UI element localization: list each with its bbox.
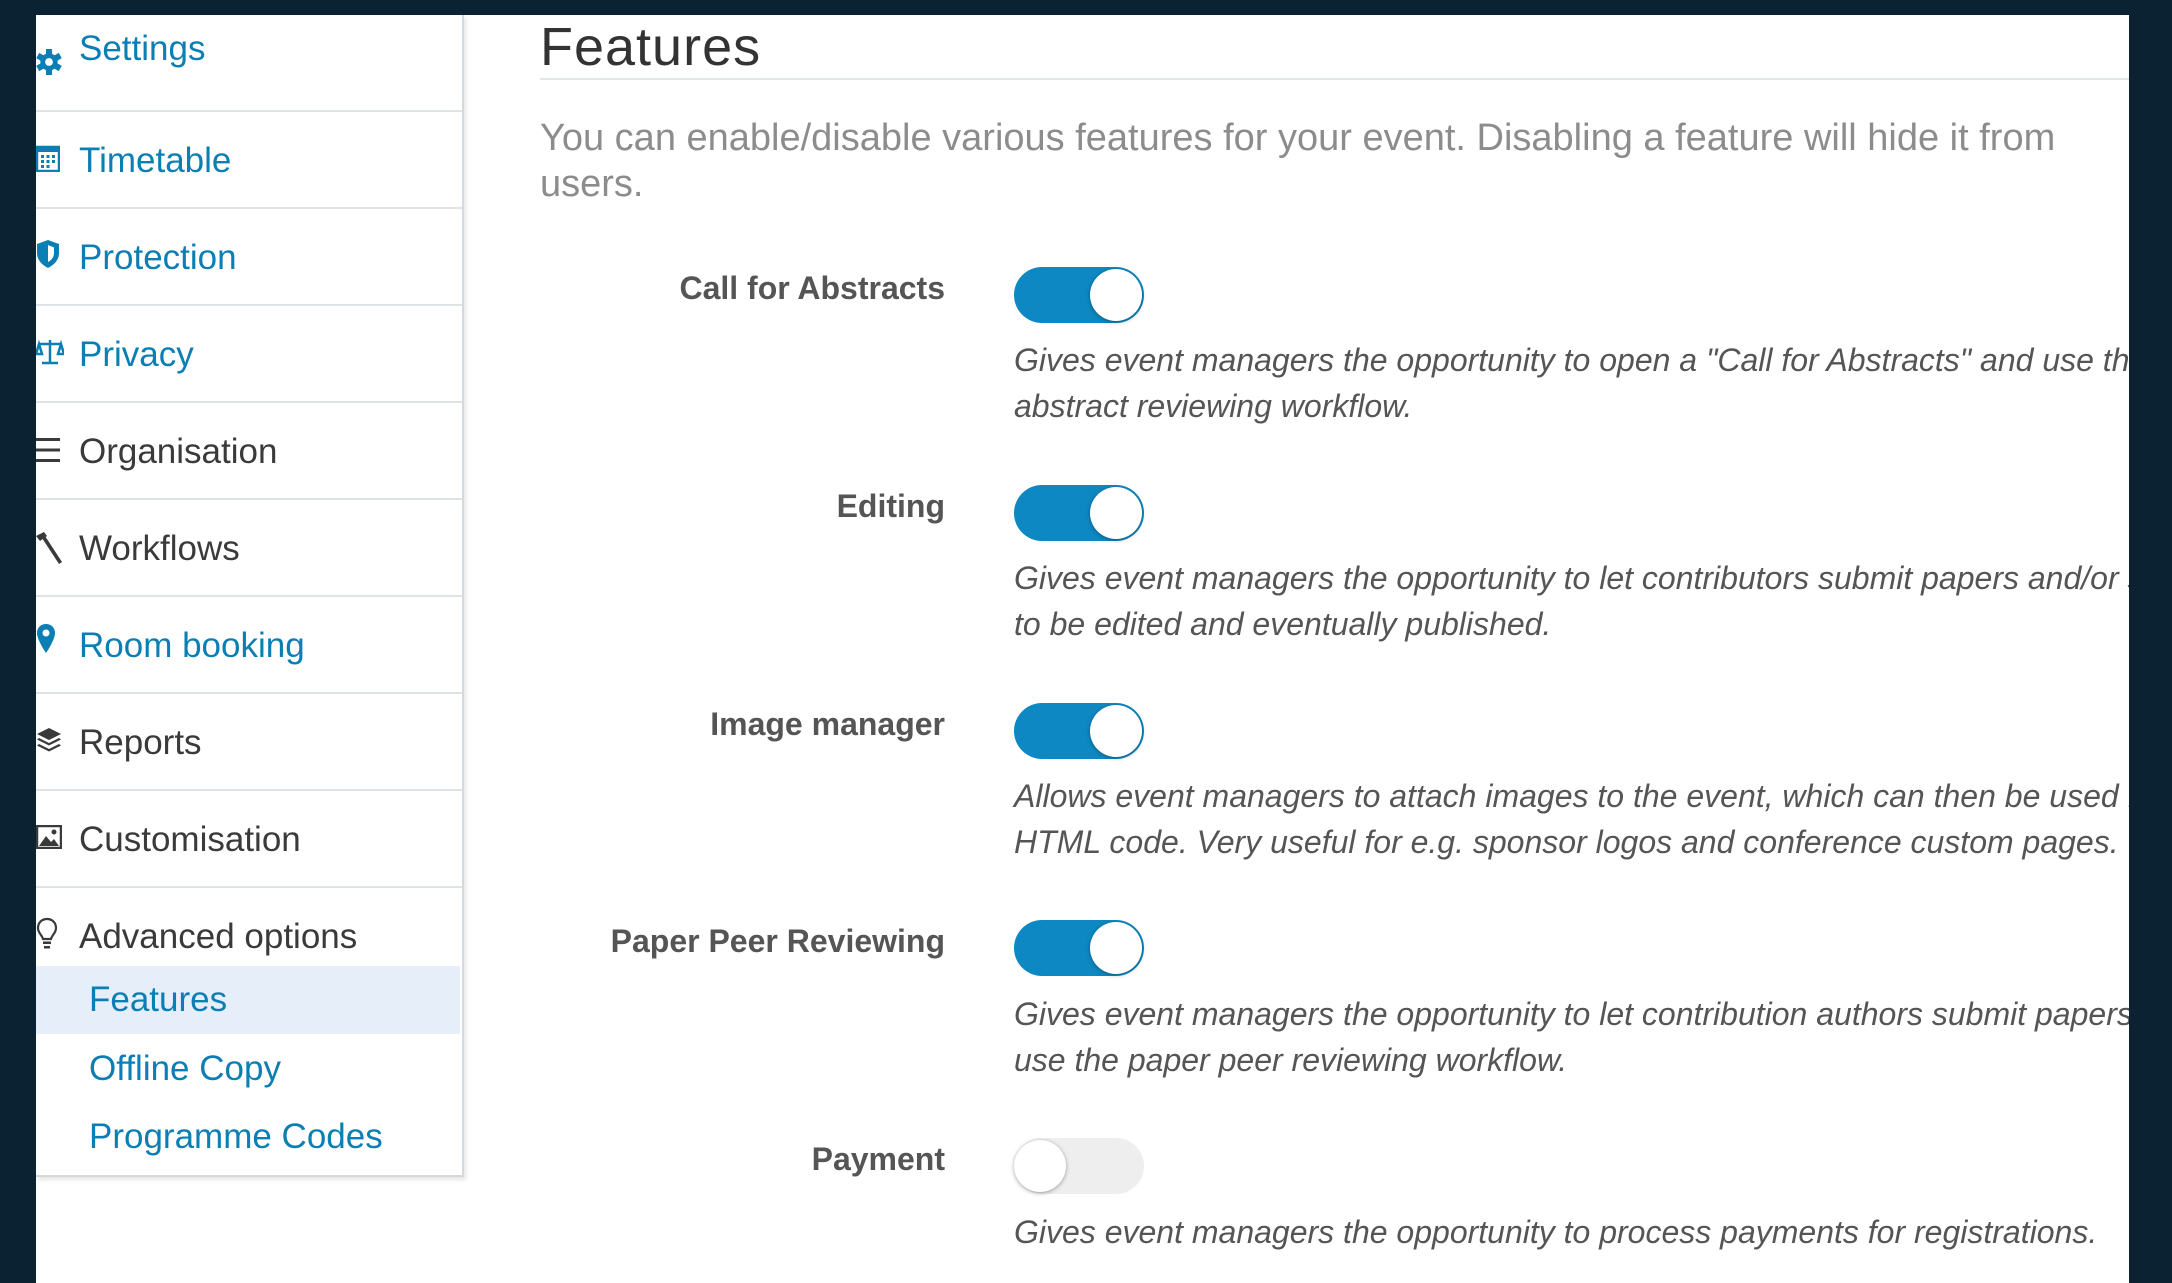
feature-label-image-manager: Image manager [710, 706, 945, 742]
sidebar-menu: Settings Timetable Protection Privacy Or [36, 15, 464, 1177]
sidebar-item-room-booking[interactable]: Room booking [36, 597, 462, 694]
toggle-payment[interactable] [1014, 1138, 1144, 1194]
toggle-knob [1090, 487, 1142, 539]
toggle-paper-peer-reviewing[interactable] [1014, 920, 1144, 976]
sidebar-item-timetable[interactable]: Timetable [36, 112, 462, 209]
page-intro: You can enable/disable various features … [540, 117, 2056, 205]
toggle-knob [1090, 705, 1142, 757]
hammer-icon [36, 532, 64, 564]
feature-label-call-for-abstracts: Call for Abstracts [679, 270, 945, 306]
sidebar-subitem-features[interactable]: Features [36, 966, 460, 1034]
sidebar-item-protection[interactable]: Protection [36, 209, 462, 306]
sidebar-item-reports[interactable]: Reports [36, 694, 462, 791]
sidebar-item-privacy[interactable]: Privacy [36, 306, 462, 403]
sidebar-subitem-label: Programme Codes [89, 1117, 383, 1156]
toggle-image-manager[interactable] [1014, 703, 1144, 759]
feature-description-editing: Gives event managers the opportunity to … [1014, 560, 2129, 642]
lightbulb-icon [36, 917, 64, 951]
sidebar-subitem-label: Features [89, 980, 228, 1019]
title-divider [540, 78, 2129, 80]
calendar-icon [36, 144, 64, 172]
main-content: Features You can enable/disable various … [540, 15, 2129, 1283]
feature-label-editing: Editing [836, 488, 945, 524]
gear-icon [36, 47, 64, 77]
layers-icon [36, 727, 64, 753]
image-icon [36, 825, 64, 849]
feature-description-payment: Gives event managers the opportunity to … [1014, 1214, 2098, 1250]
sidebar-item-label: Reports [79, 723, 202, 762]
toggle-knob [1090, 922, 1142, 974]
shield-icon [36, 239, 64, 269]
feature-label-payment: Payment [811, 1141, 945, 1177]
toggle-knob [1090, 269, 1142, 321]
sidebar-item-label: Privacy [79, 335, 194, 374]
sidebar-item-label: Advanced options [79, 917, 358, 956]
sidebar-item-label: Workflows [79, 529, 240, 568]
sidebar-item-label: Settings [79, 29, 206, 68]
sidebar-item-label: Timetable [79, 141, 232, 180]
sidebar-item-label: Organisation [79, 432, 278, 471]
toggle-call-for-abstracts[interactable] [1014, 267, 1144, 323]
sidebar-item-organisation[interactable]: Organisation [36, 403, 462, 500]
sidebar-item-label: Customisation [79, 820, 301, 859]
feature-description-image-manager: Allows event managers to attach images t… [1014, 778, 2129, 860]
page-title: Features [540, 17, 762, 77]
feature-description-call-for-abstracts: Gives event managers the opportunity to … [1014, 342, 2129, 424]
feature-label-paper-peer-reviewing: Paper Peer Reviewing [610, 923, 945, 959]
toggle-knob [1014, 1140, 1066, 1192]
sidebar-item-label: Protection [79, 238, 237, 277]
sidebar-item-label: Room booking [79, 626, 305, 665]
sidebar-item-settings[interactable]: Settings [36, 15, 462, 112]
list-icon [36, 437, 64, 463]
sidebar-item-customisation[interactable]: Customisation [36, 791, 462, 888]
map-pin-icon [36, 623, 64, 655]
sidebar-item-workflows[interactable]: Workflows [36, 500, 462, 597]
sidebar-subitem-programme-codes[interactable]: Programme Codes [36, 1103, 460, 1171]
page: Settings Timetable Protection Privacy Or [36, 15, 2129, 1283]
toggle-editing[interactable] [1014, 485, 1144, 541]
scales-icon [36, 339, 64, 365]
sidebar-subitem-label: Offline Copy [89, 1049, 281, 1088]
sidebar-subitem-offline-copy[interactable]: Offline Copy [36, 1035, 460, 1103]
feature-description-paper-peer-reviewing: Gives event managers the opportunity to … [1014, 996, 2129, 1078]
